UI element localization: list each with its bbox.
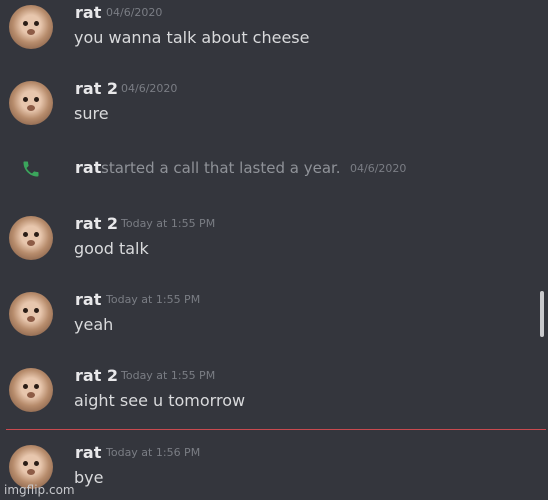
call-event: rat started a call that lasted a year. 0… <box>0 156 530 186</box>
avatar[interactable] <box>9 5 53 49</box>
avatar-eye-right <box>34 461 39 466</box>
avatar-snout <box>27 316 35 322</box>
avatar-snout <box>27 392 35 398</box>
message-timestamp: 04/6/2020 <box>106 6 163 19</box>
avatar-snout <box>27 29 35 35</box>
message-timestamp: Today at 1:55 PM <box>106 293 201 306</box>
message-author[interactable]: rat <box>75 290 101 309</box>
message-text: good talk <box>74 239 149 258</box>
watermark: imgflip.com <box>4 483 75 497</box>
avatar-eye-left <box>23 384 28 389</box>
call-timestamp: 04/6/2020 <box>350 162 407 175</box>
avatar[interactable] <box>9 81 53 125</box>
avatar-snout <box>27 240 35 246</box>
avatar[interactable] <box>9 292 53 336</box>
avatar-eye-right <box>34 308 39 313</box>
avatar[interactable] <box>9 368 53 412</box>
message-text: bye <box>74 468 104 487</box>
avatar-snout <box>27 469 35 475</box>
avatar-eye-left <box>23 232 28 237</box>
avatar[interactable] <box>9 216 53 260</box>
phone-handset <box>23 161 39 177</box>
new-messages-divider <box>6 429 546 430</box>
avatar-eye-left <box>23 461 28 466</box>
message-timestamp: 04/6/2020 <box>121 82 178 95</box>
message-text: aight see u tomorrow <box>74 391 246 410</box>
message: rat 2 Today at 1:55 PM good talk <box>0 214 530 266</box>
avatar-eye-right <box>34 21 39 26</box>
message-timestamp: Today at 1:55 PM <box>121 217 216 230</box>
avatar-eye-right <box>34 97 39 102</box>
call-text: started a call that lasted a year. <box>101 159 341 177</box>
phone-icon <box>23 161 39 177</box>
avatar-eye-left <box>23 97 28 102</box>
message-author[interactable]: rat 2 <box>75 79 118 98</box>
avatar-eye-right <box>34 384 39 389</box>
message: rat 04/6/2020 you wanna talk about chees… <box>0 3 530 55</box>
message: rat 2 Today at 1:55 PM aight see u tomor… <box>0 366 530 418</box>
scrollbar-thumb[interactable] <box>540 291 544 337</box>
call-author[interactable]: rat <box>75 158 101 177</box>
message-author[interactable]: rat <box>75 3 101 22</box>
message-text: you wanna talk about cheese <box>74 28 310 47</box>
message: rat 2 04/6/2020 sure <box>0 79 530 131</box>
message-timestamp: Today at 1:55 PM <box>121 369 216 382</box>
avatar-eye-right <box>34 232 39 237</box>
avatar-snout <box>27 105 35 111</box>
message: rat Today at 1:56 PM bye <box>0 443 530 495</box>
message-text: yeah <box>74 315 114 334</box>
message-author[interactable]: rat 2 <box>75 366 118 385</box>
message-author[interactable]: rat <box>75 443 101 462</box>
message-text: sure <box>74 104 109 123</box>
message-timestamp: Today at 1:56 PM <box>106 446 201 459</box>
chat-log: rat 04/6/2020 you wanna talk about chees… <box>0 0 548 500</box>
message: rat Today at 1:55 PM yeah <box>0 290 530 342</box>
avatar-eye-left <box>23 308 28 313</box>
avatar-eye-left <box>23 21 28 26</box>
message-author[interactable]: rat 2 <box>75 214 118 233</box>
